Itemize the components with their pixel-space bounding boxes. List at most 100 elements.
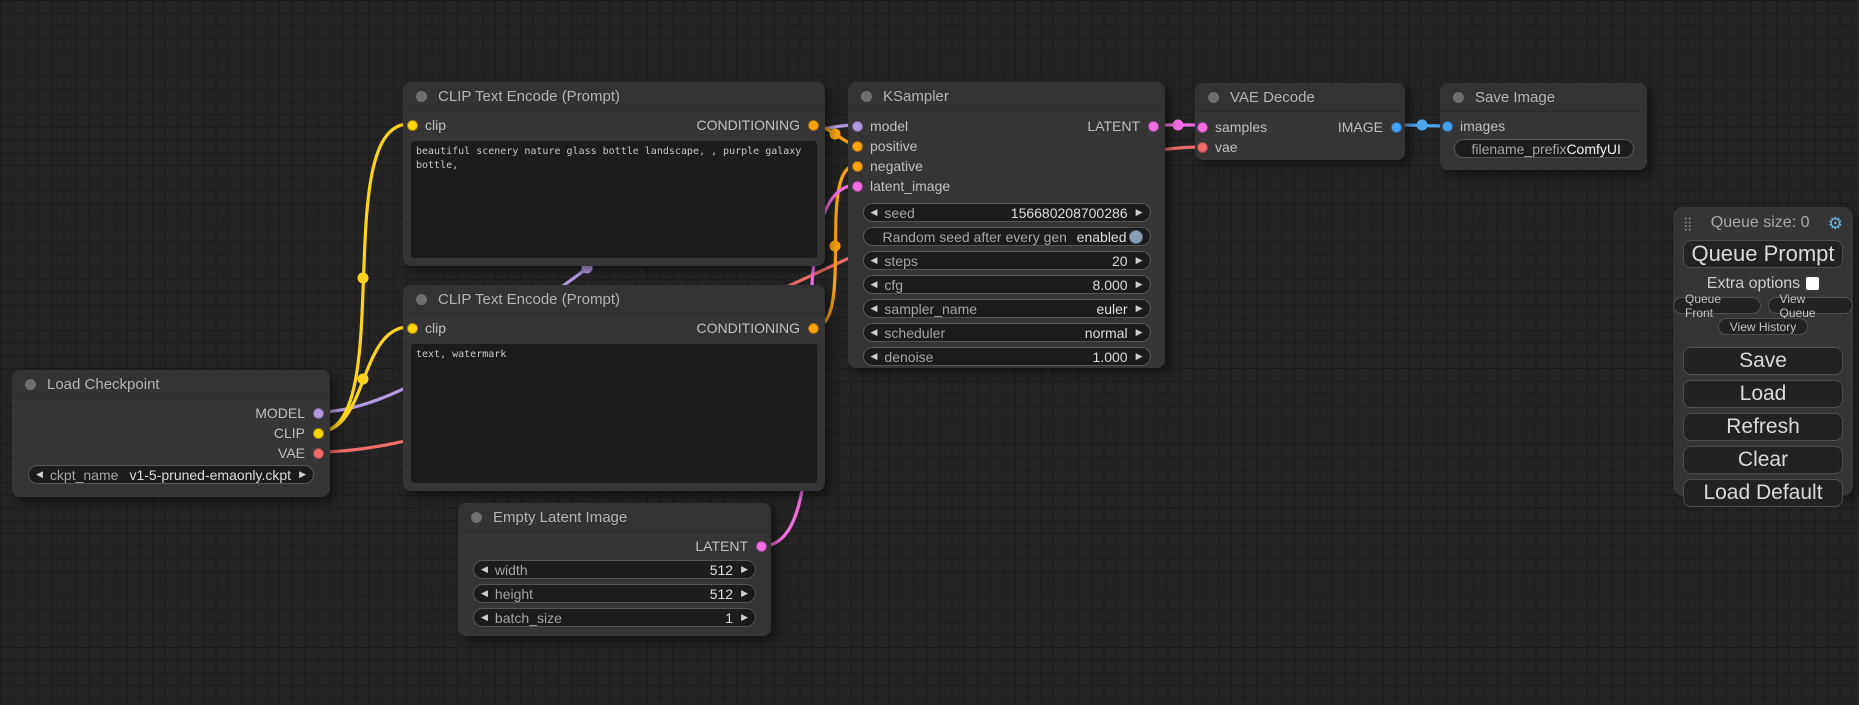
input-slot-samples[interactable] — [1197, 122, 1208, 133]
seed-widget[interactable]: ◀ seed 156680208700286 ▶ — [863, 203, 1151, 222]
collapse-dot-icon[interactable] — [416, 294, 427, 305]
increment-icon[interactable]: ▶ — [741, 589, 748, 598]
increment-icon[interactable]: ▶ — [299, 470, 306, 479]
increment-icon[interactable]: ▶ — [1136, 256, 1143, 265]
node-load-checkpoint[interactable]: Load Checkpoint MODEL CLIP VAE ◀ ckpt_na… — [12, 370, 330, 497]
comfyui-canvas[interactable]: { "icons": { "left_arrow": "◀", "right_a… — [0, 0, 1859, 705]
node-save-image[interactable]: Save Image images filename_prefix ComfyU… — [1440, 83, 1647, 170]
negative-prompt-textarea[interactable]: text, watermark — [411, 344, 817, 483]
output-slot-conditioning[interactable] — [808, 323, 819, 334]
sampler-name-widget[interactable]: ◀ sampler_name euler ▶ — [863, 299, 1151, 318]
node-title: CLIP Text Encode (Prompt) — [438, 88, 620, 105]
widget-value: 1 — [725, 610, 733, 626]
decrement-icon[interactable]: ◀ — [481, 589, 488, 598]
widget-value: 8.000 — [1093, 277, 1128, 293]
decrement-icon[interactable]: ◀ — [481, 613, 488, 622]
input-label-positive: positive — [870, 138, 917, 154]
decrement-icon[interactable]: ◀ — [871, 328, 878, 337]
widget-value: 512 — [710, 562, 733, 578]
collapse-dot-icon[interactable] — [861, 91, 872, 102]
input-slot-model[interactable] — [852, 121, 863, 132]
input-slot-negative[interactable] — [852, 161, 863, 172]
filename-prefix-widget[interactable]: filename_prefix ComfyUI — [1454, 139, 1634, 158]
widget-label: batch_size — [495, 610, 562, 626]
batch-size-widget[interactable]: ◀ batch_size 1 ▶ — [473, 608, 756, 627]
refresh-button[interactable]: Refresh — [1683, 413, 1843, 441]
collapse-dot-icon[interactable] — [1208, 92, 1219, 103]
toggle-led-icon[interactable] — [1129, 230, 1143, 244]
extra-options-checkbox[interactable] — [1806, 277, 1819, 290]
input-slot-vae[interactable] — [1197, 142, 1208, 153]
clear-button[interactable]: Clear — [1683, 446, 1843, 474]
node-vae-decode[interactable]: VAE Decode samples IMAGE vae — [1195, 83, 1405, 160]
node-clip-text-encode-negative[interactable]: CLIP Text Encode (Prompt) clip CONDITION… — [403, 285, 825, 491]
positive-prompt-textarea[interactable]: beautiful scenery nature glass bottle la… — [411, 141, 817, 258]
decrement-icon[interactable]: ◀ — [871, 280, 878, 289]
decrement-icon[interactable]: ◀ — [36, 470, 43, 479]
node-empty-latent-image[interactable]: Empty Latent Image LATENT ◀ width 512 ▶ … — [458, 503, 771, 636]
widget-label: Random seed after every gen — [883, 229, 1067, 245]
decrement-icon[interactable]: ◀ — [871, 352, 878, 361]
collapse-dot-icon[interactable] — [25, 379, 36, 390]
increment-icon[interactable]: ▶ — [741, 565, 748, 574]
cfg-widget[interactable]: ◀ cfg 8.000 ▶ — [863, 275, 1151, 294]
output-slot-conditioning[interactable] — [808, 120, 819, 131]
ckpt-name-widget[interactable]: ◀ ckpt_name v1-5-pruned-emaonly.ckpt ▶ — [28, 465, 314, 484]
widget-value: euler — [1096, 301, 1127, 317]
increment-icon[interactable]: ▶ — [1136, 304, 1143, 313]
decrement-icon[interactable]: ◀ — [481, 565, 488, 574]
view-queue-button[interactable]: View Queue — [1768, 297, 1853, 314]
output-label-conditioning: CONDITIONING — [697, 320, 800, 336]
node-title: Save Image — [1475, 89, 1555, 106]
output-slot-vae[interactable] — [313, 448, 324, 459]
link-dot-clip-negative — [358, 374, 369, 385]
collapse-dot-icon[interactable] — [416, 91, 427, 102]
denoise-widget[interactable]: ◀ denoise 1.000 ▶ — [863, 347, 1151, 366]
collapse-dot-icon[interactable] — [1453, 92, 1464, 103]
node-clip-text-encode-positive[interactable]: CLIP Text Encode (Prompt) clip CONDITION… — [403, 82, 825, 266]
input-slot-latent-image[interactable] — [852, 181, 863, 192]
steps-widget[interactable]: ◀ steps 20 ▶ — [863, 251, 1151, 270]
increment-icon[interactable]: ▶ — [1136, 208, 1143, 217]
input-slot-clip[interactable] — [407, 120, 418, 131]
load-default-button[interactable]: Load Default — [1683, 479, 1843, 507]
input-label-latent-image: latent_image — [870, 178, 950, 194]
save-button[interactable]: Save — [1683, 347, 1843, 375]
input-slot-positive[interactable] — [852, 141, 863, 152]
node-ksampler[interactable]: KSampler model LATENT positive negative … — [848, 82, 1165, 368]
increment-icon[interactable]: ▶ — [1136, 352, 1143, 361]
input-label-model: model — [870, 118, 908, 134]
queue-prompt-button[interactable]: Queue Prompt — [1683, 240, 1843, 268]
output-slot-latent[interactable] — [1148, 121, 1159, 132]
drag-handle-icon[interactable]: ⣿ — [1683, 217, 1693, 230]
decrement-icon[interactable]: ◀ — [871, 256, 878, 265]
load-button[interactable]: Load — [1683, 380, 1843, 408]
random-seed-toggle[interactable]: Random seed after every gen enabled — [863, 227, 1151, 246]
widget-label: ckpt_name — [50, 467, 118, 483]
view-history-button[interactable]: View History — [1718, 318, 1808, 335]
input-slot-images[interactable] — [1442, 121, 1453, 132]
height-widget[interactable]: ◀ height 512 ▶ — [473, 584, 756, 603]
queue-front-button[interactable]: Queue Front — [1673, 297, 1761, 314]
increment-icon[interactable]: ▶ — [1136, 280, 1143, 289]
node-header: Load Checkpoint — [12, 370, 330, 399]
decrement-icon[interactable]: ◀ — [871, 304, 878, 313]
widget-label: seed — [884, 205, 914, 221]
widget-value: ComfyUI — [1566, 141, 1620, 157]
node-header: VAE Decode — [1195, 83, 1405, 112]
increment-icon[interactable]: ▶ — [741, 613, 748, 622]
output-label-model: MODEL — [255, 405, 305, 421]
collapse-dot-icon[interactable] — [471, 512, 482, 523]
output-slot-image[interactable] — [1391, 122, 1402, 133]
scheduler-widget[interactable]: ◀ scheduler normal ▶ — [863, 323, 1151, 342]
output-slot-latent[interactable] — [756, 541, 767, 552]
node-header: Save Image — [1440, 83, 1647, 112]
widget-value: v1-5-pruned-emaonly.ckpt — [129, 467, 291, 483]
decrement-icon[interactable]: ◀ — [871, 208, 878, 217]
input-slot-clip[interactable] — [407, 323, 418, 334]
output-slot-clip[interactable] — [313, 428, 324, 439]
settings-gear-icon[interactable]: ⚙ — [1828, 215, 1843, 232]
increment-icon[interactable]: ▶ — [1136, 328, 1143, 337]
output-slot-model[interactable] — [313, 408, 324, 419]
width-widget[interactable]: ◀ width 512 ▶ — [473, 560, 756, 579]
